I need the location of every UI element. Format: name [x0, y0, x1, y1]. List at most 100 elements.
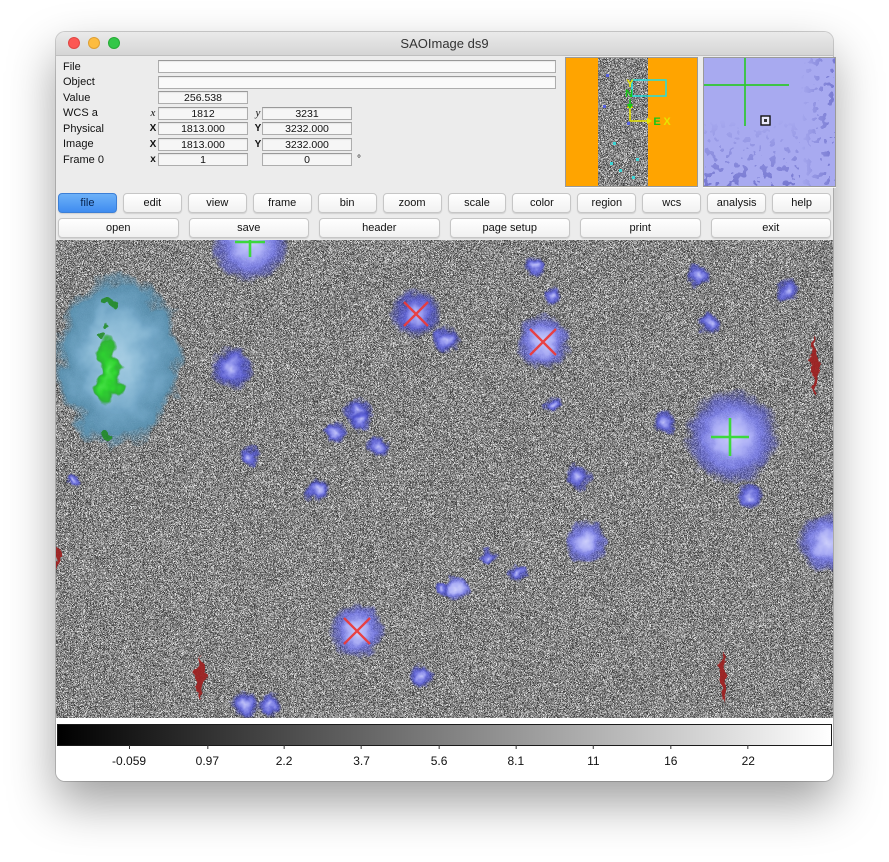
- menu-edit[interactable]: edit: [123, 193, 182, 213]
- minimize-button[interactable]: [88, 37, 100, 49]
- star-blob: [686, 263, 710, 287]
- magnifier-canvas[interactable]: [704, 58, 835, 186]
- magnifier-panel[interactable]: [703, 57, 836, 187]
- panner-speck: [636, 158, 639, 161]
- frame-zoom-sublabel: x: [148, 154, 158, 165]
- colorbar-tick: 0.97: [196, 745, 219, 768]
- image-y-field[interactable]: 3232.000: [262, 138, 352, 151]
- physical-y-field[interactable]: 3232.000: [262, 122, 352, 135]
- tick-mark: [361, 745, 362, 749]
- image-x-field[interactable]: 1813.000: [158, 138, 248, 151]
- physical-y-sublabel: Y: [254, 123, 262, 134]
- wcs-x-sublabel: x: [148, 107, 158, 119]
- degree-suffix: °: [357, 154, 361, 165]
- menu-analysis[interactable]: analysis: [707, 193, 766, 213]
- tick-mark: [284, 745, 285, 749]
- wcs-x-field[interactable]: 1812: [158, 107, 248, 120]
- tick-label: -0.059: [112, 754, 146, 768]
- star-blob: [736, 482, 764, 510]
- frame-rotate-field[interactable]: 0: [262, 153, 352, 166]
- panner-speck: [610, 162, 613, 165]
- ds9-window: SAOImage ds9 File Object Value 256.538 W…: [56, 32, 833, 781]
- physical-x-field[interactable]: 1813.000: [158, 122, 248, 135]
- tick-mark: [207, 745, 208, 749]
- image-label: Image: [63, 138, 148, 150]
- save-button[interactable]: save: [189, 218, 310, 238]
- value-label: Value: [63, 92, 148, 104]
- star-blob: [431, 325, 461, 355]
- tick-mark: [129, 745, 130, 749]
- image-display[interactable]: [56, 240, 833, 718]
- info-row-value: Value 256.538: [63, 90, 563, 106]
- tick-label: 3.7: [353, 754, 370, 768]
- colorbar-tick: 3.7: [353, 745, 370, 768]
- file-action-row: open save header page setup print exit: [58, 218, 831, 238]
- menu-region[interactable]: region: [577, 193, 636, 213]
- wcs-y-field[interactable]: 3231: [262, 107, 352, 120]
- title-bar[interactable]: SAOImage ds9: [56, 32, 833, 56]
- star-blob: [508, 563, 526, 581]
- zoom-window-button[interactable]: [108, 37, 120, 49]
- panner-speck: [619, 169, 622, 172]
- frame-zoom-field[interactable]: 1: [158, 153, 248, 166]
- file-label: File: [63, 61, 148, 73]
- file-field[interactable]: [158, 60, 556, 73]
- green-speck: [105, 299, 115, 309]
- menu-color[interactable]: color: [512, 193, 571, 213]
- star-blob: [479, 549, 497, 567]
- star-blob: [66, 473, 82, 489]
- tick-label: 22: [742, 754, 755, 768]
- frame-label: Frame 0: [63, 154, 148, 166]
- window-title: SAOImage ds9: [56, 32, 833, 55]
- image-x-sublabel: X: [148, 139, 158, 150]
- panner-speck: [613, 142, 616, 145]
- menu-wcs[interactable]: wcs: [642, 193, 701, 213]
- star-blob: [305, 477, 331, 503]
- menu-help[interactable]: help: [772, 193, 831, 213]
- info-panel: File Object Value 256.538 WCS a x 1812 y…: [63, 59, 563, 168]
- panner-panel[interactable]: YNEX: [565, 57, 698, 187]
- star-blob: [231, 691, 259, 718]
- colorbar-tick: 2.2: [276, 745, 293, 768]
- menu-bin[interactable]: bin: [318, 193, 377, 213]
- header-button[interactable]: header: [319, 218, 440, 238]
- close-button[interactable]: [68, 37, 80, 49]
- colorbar-tick: 8.1: [507, 745, 524, 768]
- panner-strip-noise: [598, 58, 648, 186]
- green-speck: [102, 430, 114, 442]
- print-button[interactable]: print: [580, 218, 701, 238]
- menu-button-row: file edit view frame bin zoom scale colo…: [58, 193, 831, 213]
- green-core: [96, 338, 120, 406]
- compass-e-label: E: [653, 116, 660, 128]
- starfield-canvas[interactable]: [56, 240, 833, 718]
- panner-speck: [603, 105, 606, 108]
- colorbar-tick: 5.6: [431, 745, 448, 768]
- open-button[interactable]: open: [58, 218, 179, 238]
- value-field[interactable]: 256.538: [158, 91, 248, 104]
- panner-canvas[interactable]: YNEX: [566, 58, 697, 186]
- info-row-image: Image X 1813.000 Y 3232.000: [63, 137, 563, 153]
- menu-scale[interactable]: scale: [448, 193, 507, 213]
- menu-frame[interactable]: frame: [253, 193, 312, 213]
- magnifier-cursor-dot: [764, 119, 767, 122]
- menu-file[interactable]: file: [58, 193, 117, 213]
- star-blob: [210, 346, 254, 390]
- compass-x-label: X: [663, 116, 671, 128]
- tick-label: 11: [587, 754, 599, 768]
- menu-zoom[interactable]: zoom: [383, 193, 442, 213]
- wcs-y-sublabel: y: [254, 107, 262, 119]
- tick-mark: [593, 745, 594, 749]
- page-setup-button[interactable]: page setup: [450, 218, 571, 238]
- menu-view[interactable]: view: [188, 193, 247, 213]
- wcs-label: WCS a: [63, 107, 148, 119]
- object-field[interactable]: [158, 76, 556, 89]
- star-blob: [409, 663, 435, 689]
- star-blob: [435, 582, 451, 598]
- exit-button[interactable]: exit: [711, 218, 832, 238]
- saturated-star: [56, 272, 182, 448]
- tick-label: 16: [664, 754, 677, 768]
- star-blob: [565, 464, 591, 490]
- colorbar-gradient[interactable]: [57, 724, 832, 746]
- star-blob: [542, 395, 562, 415]
- tick-label: 5.6: [431, 754, 448, 768]
